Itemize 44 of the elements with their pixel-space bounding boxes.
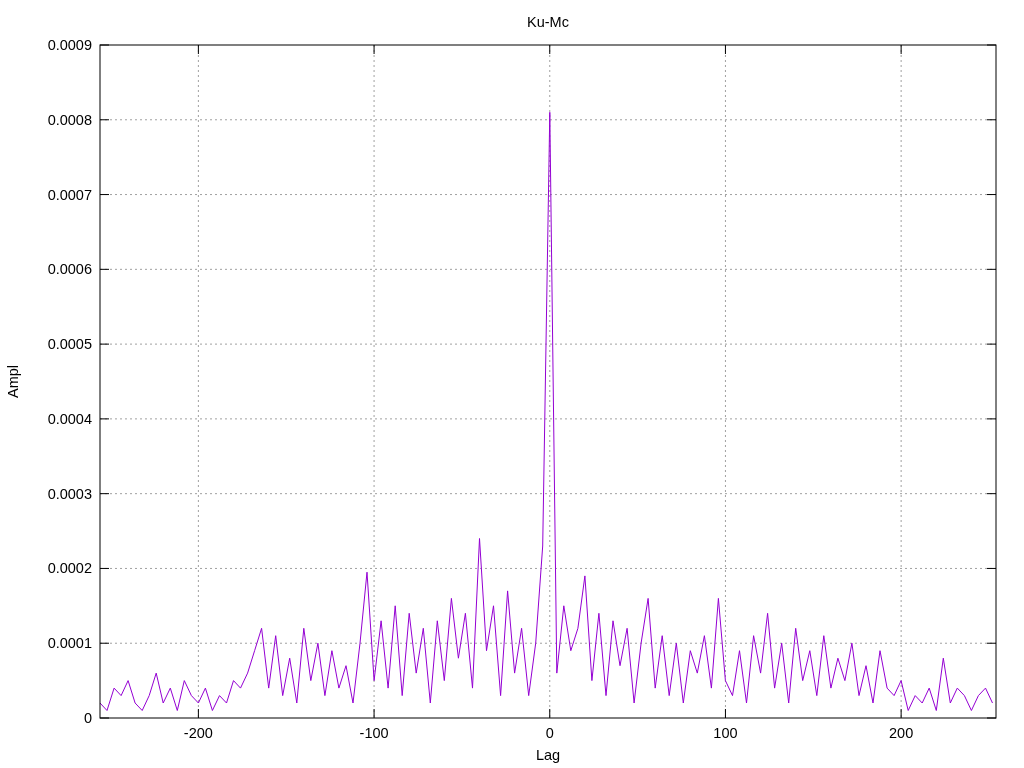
tick-mark [99, 194, 110, 196]
axis-label: 0.0007 [47, 186, 92, 203]
y-axis-title: Ampl [5, 365, 21, 398]
axis-label: 0.0008 [47, 111, 92, 128]
chart-title: Ku-Mc [527, 14, 569, 30]
axis-label: 0.0006 [47, 261, 92, 278]
tick-mark [900, 708, 902, 719]
tick-mark [373, 44, 375, 55]
axis-label: 0.0002 [47, 560, 92, 577]
tick-mark [373, 708, 375, 719]
tick-mark [549, 708, 551, 719]
axis-label: -200 [183, 725, 213, 741]
tick-mark [197, 708, 199, 719]
axis-label: 0.0004 [47, 410, 92, 427]
axis-label: 200 [889, 725, 914, 741]
tick-mark [99, 418, 110, 420]
tick-mark [986, 642, 997, 644]
axis-label: 0 [545, 725, 554, 741]
tick-mark [99, 268, 110, 270]
tick-mark [99, 343, 110, 345]
tick-mark [99, 642, 110, 644]
axis-label: 0.0001 [47, 635, 92, 652]
tick-mark [986, 493, 997, 495]
axis-label: 0.0003 [47, 485, 92, 502]
tick-mark [549, 44, 551, 55]
axis-label: 0 [83, 710, 92, 726]
axis-label: -100 [359, 725, 389, 741]
x-axis-title: Lag [535, 747, 561, 763]
tick-mark [986, 567, 997, 569]
tick-mark [99, 493, 110, 495]
tick-mark [986, 119, 997, 121]
tick-mark [900, 44, 902, 55]
tick-mark [986, 343, 997, 345]
tick-mark [724, 44, 726, 55]
tick-mark [986, 268, 997, 270]
tick-mark [986, 418, 997, 420]
tick-mark [986, 194, 997, 196]
axis-label: 0.0009 [47, 37, 92, 53]
tick-mark [197, 44, 199, 55]
tick-mark [99, 119, 110, 121]
tick-mark [724, 708, 726, 719]
tick-mark [99, 567, 110, 569]
axis-label: 0.0005 [47, 336, 92, 353]
axis-label: 100 [713, 725, 738, 741]
